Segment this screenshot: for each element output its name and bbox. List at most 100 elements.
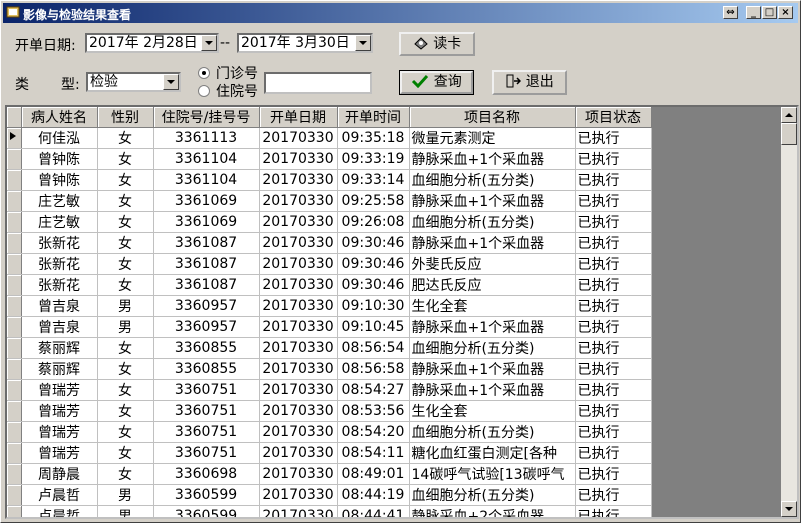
table-cell[interactable]: 09:30:46 xyxy=(337,274,410,296)
table-row[interactable]: 张新花女 3361087 20170330 09:30:46 外斐氏反应 已执行 xyxy=(7,253,652,275)
table-cell[interactable]: 外斐氏反应 xyxy=(409,253,576,275)
table-cell[interactable]: 女 xyxy=(97,274,154,296)
row-indicator[interactable] xyxy=(7,484,22,506)
date-from-picker[interactable]: 2017年 2月28日 xyxy=(85,33,219,53)
table-cell[interactable]: 3360855 xyxy=(153,358,260,380)
table-cell[interactable]: 蔡丽辉 xyxy=(21,337,98,359)
table-cell[interactable]: 20170330 xyxy=(259,337,338,359)
table-row[interactable]: 卢晨哲男 3360599 20170330 08:44:19 血细胞分析(五分类) 已执行 xyxy=(7,484,652,506)
table-row[interactable]: 曾瑞芳女 3360751 20170330 08:54:27 静脉采血+1个采血器 已执行 xyxy=(7,379,652,401)
table-cell[interactable]: 男 xyxy=(97,505,154,517)
table-cell[interactable]: 20170330 xyxy=(259,169,338,191)
table-row[interactable]: 曾吉泉男 3360957 20170330 09:10:30 生化全套 已执行 xyxy=(7,295,652,317)
table-cell[interactable]: 20170330 xyxy=(259,190,338,212)
row-indicator[interactable] xyxy=(7,253,22,275)
column-header[interactable]: 性别 xyxy=(97,107,154,128)
table-cell[interactable]: 08:54:20 xyxy=(337,421,410,443)
column-header[interactable]: 项目名称 xyxy=(409,107,576,128)
table-cell[interactable]: 08:53:56 xyxy=(337,400,410,422)
row-indicator[interactable] xyxy=(7,295,22,317)
close-button[interactable]: × xyxy=(778,6,793,19)
query-button[interactable]: 查询 xyxy=(399,70,474,95)
table-cell[interactable]: 女 xyxy=(97,232,154,254)
scroll-down-icon[interactable] xyxy=(781,501,797,517)
table-row[interactable]: 庄艺敏女 3361069 20170330 09:25:58 静脉采血+1个采血器 已执行 xyxy=(7,190,652,212)
table-cell[interactable]: 09:10:45 xyxy=(337,316,410,338)
table-cell[interactable]: 20170330 xyxy=(259,463,338,485)
table-cell[interactable]: 血细胞分析(五分类) xyxy=(409,211,576,233)
table-cell[interactable]: 3360599 xyxy=(153,484,260,506)
table-row[interactable]: 周静晨女 3360698 20170330 08:49:01 14碳呼气试验[13碳呼气… xyxy=(7,463,652,485)
table-cell[interactable]: 3360855 xyxy=(153,337,260,359)
table-cell[interactable]: 女 xyxy=(97,190,154,212)
restore-small-icon[interactable]: ⇔ xyxy=(723,6,738,19)
table-cell[interactable]: 女 xyxy=(97,400,154,422)
row-indicator[interactable] xyxy=(7,274,22,296)
table-cell[interactable]: 曾吉泉 xyxy=(21,295,98,317)
table-cell[interactable]: 静脉采血+1个采血器 xyxy=(409,316,576,338)
row-indicator[interactable] xyxy=(7,358,22,380)
table-cell[interactable]: 3361113 xyxy=(153,127,260,149)
table-cell[interactable]: 已执行 xyxy=(575,421,652,443)
type-dropdown-icon[interactable] xyxy=(163,74,179,90)
table-cell[interactable]: 血细胞分析(五分类) xyxy=(409,484,576,506)
table-cell[interactable]: 静脉采血+2个采血器 xyxy=(409,505,576,517)
table-cell[interactable]: 3361069 xyxy=(153,190,260,212)
table-cell[interactable]: 09:10:30 xyxy=(337,295,410,317)
scroll-up-icon[interactable] xyxy=(781,107,797,123)
table-cell[interactable]: 20170330 xyxy=(259,505,338,517)
date-to-picker[interactable]: 2017年 3月30日 xyxy=(237,33,373,53)
table-cell[interactable]: 庄艺敏 xyxy=(21,211,98,233)
table-cell[interactable]: 女 xyxy=(97,379,154,401)
table-cell[interactable]: 已执行 xyxy=(575,211,652,233)
results-grid[interactable]: 病人姓名 性别 住院号/挂号号 开单日期 开单时间 项目名称 项目状态 何佳泓女 336111… xyxy=(5,105,799,519)
table-row[interactable]: 曾钟陈女 3361104 20170330 09:33:19 静脉采血+1个采血器 已执行 xyxy=(7,148,652,170)
table-cell[interactable]: 静脉采血+1个采血器 xyxy=(409,190,576,212)
table-cell[interactable]: 20170330 xyxy=(259,484,338,506)
column-header[interactable]: 开单日期 xyxy=(259,107,338,128)
table-row[interactable]: 张新花女 3361087 20170330 09:30:46 静脉采血+1个采血器 已执行 xyxy=(7,232,652,254)
table-cell[interactable]: 曾瑞芳 xyxy=(21,421,98,443)
table-row[interactable]: 卢晨哲男 3360599 20170330 08:44:41 静脉采血+2个采血器 已执行 xyxy=(7,505,652,517)
table-cell[interactable]: 已执行 xyxy=(575,400,652,422)
row-indicator[interactable] xyxy=(7,400,22,422)
table-cell[interactable]: 曾钟陈 xyxy=(21,169,98,191)
table-cell[interactable]: 08:44:41 xyxy=(337,505,410,517)
row-indicator[interactable] xyxy=(7,379,22,401)
table-cell[interactable]: 微量元素测定 xyxy=(409,127,576,149)
table-cell[interactable]: 女 xyxy=(97,421,154,443)
column-header[interactable]: 病人姓名 xyxy=(21,107,98,128)
table-cell[interactable]: 20170330 xyxy=(259,148,338,170)
table-cell[interactable]: 20170330 xyxy=(259,400,338,422)
table-cell[interactable]: 20170330 xyxy=(259,316,338,338)
table-cell[interactable]: 已执行 xyxy=(575,379,652,401)
table-cell[interactable]: 3361087 xyxy=(153,253,260,275)
table-cell[interactable]: 已执行 xyxy=(575,316,652,338)
table-cell[interactable]: 09:26:08 xyxy=(337,211,410,233)
table-cell[interactable]: 3361087 xyxy=(153,232,260,254)
table-cell[interactable]: 生化全套 xyxy=(409,295,576,317)
table-cell[interactable]: 血细胞分析(五分类) xyxy=(409,421,576,443)
patient-id-input[interactable] xyxy=(264,72,372,94)
table-cell[interactable]: 卢晨哲 xyxy=(21,484,98,506)
inpatient-radio[interactable] xyxy=(198,85,210,97)
read-card-button[interactable]: 读卡 xyxy=(399,32,475,56)
table-cell[interactable]: 女 xyxy=(97,253,154,275)
table-cell[interactable]: 已执行 xyxy=(575,274,652,296)
table-cell[interactable]: 男 xyxy=(97,295,154,317)
table-cell[interactable]: 曾钟陈 xyxy=(21,148,98,170)
table-cell[interactable]: 已执行 xyxy=(575,337,652,359)
table-row[interactable]: 张新花女 3361087 20170330 09:30:46 肥达氏反应 已执行 xyxy=(7,274,652,296)
table-cell[interactable]: 卢晨哲 xyxy=(21,505,98,517)
table-row[interactable]: 曾瑞芳女 3360751 20170330 08:53:56 生化全套 已执行 xyxy=(7,400,652,422)
table-cell[interactable]: 14碳呼气试验[13碳呼气 xyxy=(409,463,576,485)
table-cell[interactable]: 已执行 xyxy=(575,358,652,380)
table-cell[interactable]: 已执行 xyxy=(575,463,652,485)
table-row[interactable]: 蔡丽辉女 3360855 20170330 08:56:58 静脉采血+1个采血器 已执行 xyxy=(7,358,652,380)
table-cell[interactable]: 女 xyxy=(97,169,154,191)
row-indicator[interactable] xyxy=(7,190,22,212)
table-cell[interactable]: 3360751 xyxy=(153,379,260,401)
table-cell[interactable]: 08:54:11 xyxy=(337,442,410,464)
table-cell[interactable]: 20170330 xyxy=(259,421,338,443)
table-cell[interactable]: 3360957 xyxy=(153,316,260,338)
